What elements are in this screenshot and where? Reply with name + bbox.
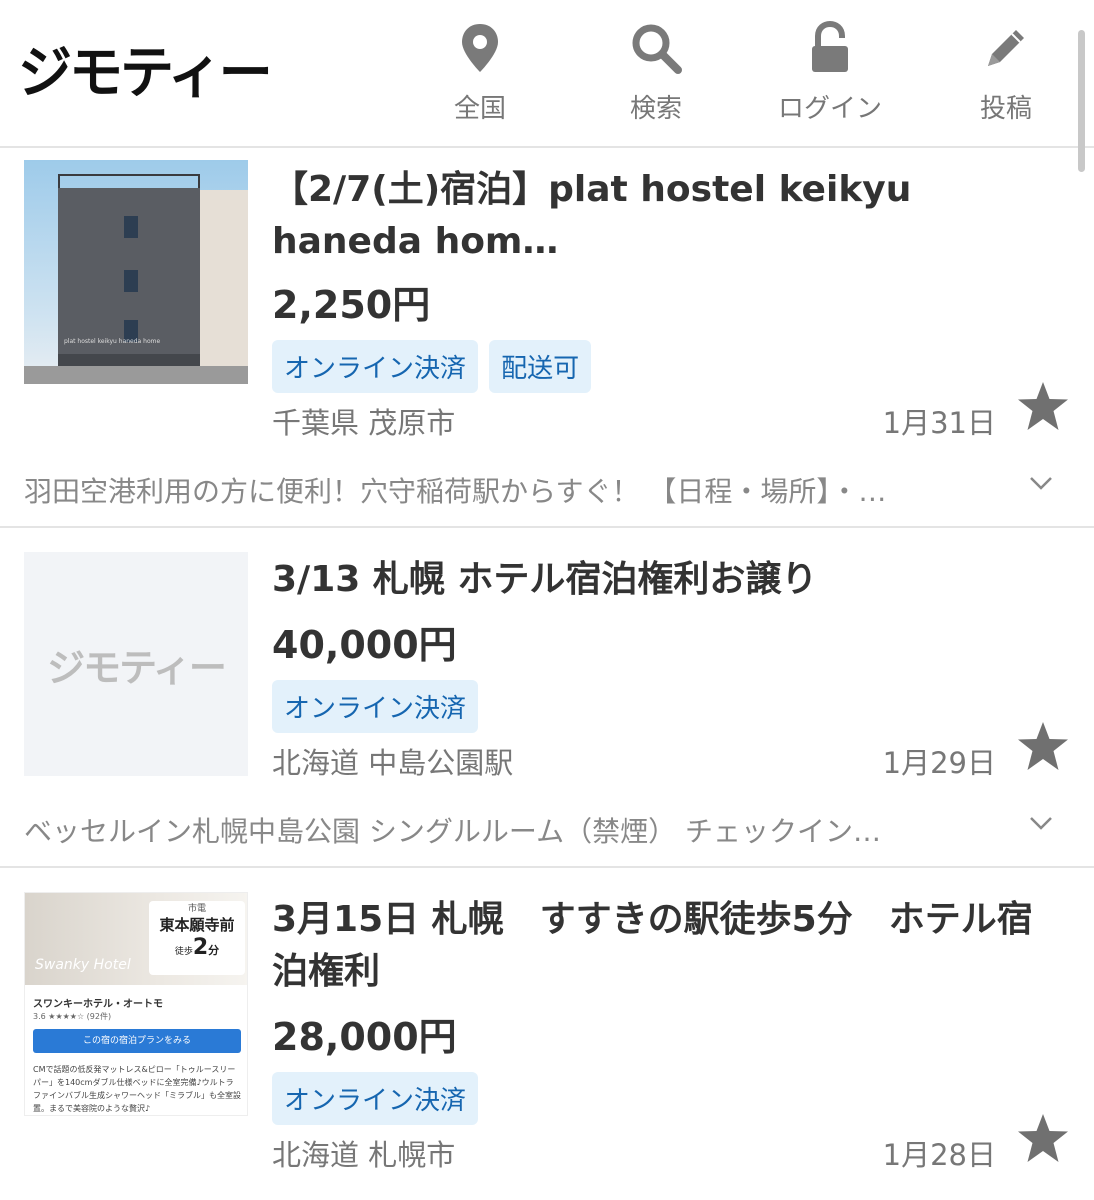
listing-price: 2,250円 xyxy=(272,283,431,327)
favorite-star-icon[interactable] xyxy=(1016,1112,1070,1166)
listing-tags: オンライン決済 配送可 xyxy=(272,340,597,393)
nav-post-button[interactable]: 投稿 xyxy=(936,0,1076,148)
hotel-description-text: CMで話題の低反発マットレス&ピロー「トゥルースリーパー」を140cmダブル仕様… xyxy=(33,1065,241,1113)
listing-thumbnail[interactable]: ジモティー xyxy=(24,552,248,776)
listing-item[interactable]: plat hostel keikyu haneda home 【2/7(土)宿泊… xyxy=(0,150,1094,528)
nav-post-label: 投稿 xyxy=(979,94,1032,124)
nav-area-button[interactable]: 全国 xyxy=(410,0,550,148)
favorite-star-icon[interactable] xyxy=(1016,720,1070,774)
placeholder-logo: ジモティー xyxy=(47,645,227,690)
hotel-name-text: スワンキーホテル・オートモ xyxy=(33,999,163,1010)
hotel-plan-button: この宿の宿泊プランをみる xyxy=(33,1029,241,1053)
tag-delivery: 配送可 xyxy=(489,340,592,393)
listing-title[interactable]: 【2/7(土)宿泊】plat hostel keikyu haneda hom… xyxy=(272,164,1042,268)
listing-item[interactable]: ジモティー 3/13 札幌 ホテル宿泊権利お譲り 40,000円 オンライン決済… xyxy=(0,530,1094,868)
listing-description: ベッセルイン札幌中島公園 シングルルーム（禁煙） チェックイン… xyxy=(24,815,881,848)
hotel-rating-text: 3.6 ★★★★☆ (92件) xyxy=(33,1012,112,1021)
listing-thumbnail[interactable]: plat hostel keikyu haneda home xyxy=(24,160,248,384)
listing-thumbnail[interactable]: 市電 東本願寺前 徒歩2分 Swanky Hotel スワンキーホテル・オートモ… xyxy=(24,892,248,1116)
listing-title[interactable]: 3月15日 札幌 すすきの駅徒歩5分 ホテル宿泊権利 xyxy=(272,894,1042,998)
pencil-icon xyxy=(988,30,1024,66)
nav-area-label: 全国 xyxy=(453,94,506,124)
station-badge: 市電 東本願寺前 徒歩2分 xyxy=(149,901,245,975)
listing-location: 千葉県 茂原市 xyxy=(272,406,456,440)
listing-item[interactable]: 市電 東本願寺前 徒歩2分 Swanky Hotel スワンキーホテル・オートモ… xyxy=(0,870,1094,1200)
location-pin-icon xyxy=(462,24,498,72)
listing-price: 40,000円 xyxy=(272,623,457,667)
listing-date: 1月29日 xyxy=(882,746,996,780)
unlock-icon xyxy=(812,20,848,72)
nav-login-button[interactable]: ログイン xyxy=(760,0,900,148)
site-logo[interactable]: ジモティー xyxy=(18,26,273,109)
listing-tags: オンライン決済 xyxy=(272,1072,484,1125)
chevron-down-icon[interactable] xyxy=(1028,470,1054,496)
listing-title[interactable]: 3/13 札幌 ホテル宿泊権利お譲り xyxy=(272,554,1042,606)
app-header: ジモティー 全国 検索 ログイン 投稿 xyxy=(0,0,1094,148)
listing-date: 1月31日 xyxy=(882,406,996,440)
nav-search-button[interactable]: 検索 xyxy=(586,0,726,148)
nav-login-label: ログイン xyxy=(777,94,882,124)
listing-date: 1月28日 xyxy=(882,1138,996,1172)
thumbnail-sign-text: plat hostel keikyu haneda home xyxy=(64,338,161,345)
listing-location: 北海道 中島公園駅 xyxy=(272,746,514,780)
listing-price: 28,000円 xyxy=(272,1015,457,1059)
search-icon xyxy=(632,24,682,74)
tag-online-payment: オンライン決済 xyxy=(272,340,479,393)
nav-search-label: 検索 xyxy=(629,94,682,124)
hotel-brand-text: Swanky Hotel xyxy=(35,957,131,973)
listing-location: 北海道 札幌市 xyxy=(272,1138,456,1172)
listing-tags: オンライン決済 xyxy=(272,680,484,733)
favorite-star-icon[interactable] xyxy=(1016,380,1070,434)
tag-online-payment: オンライン決済 xyxy=(272,1072,479,1125)
listing-description: 羽田空港利用の方に便利！穴守稲荷駅からすぐ！ 【日程・場所】・… xyxy=(24,475,887,508)
tag-online-payment: オンライン決済 xyxy=(272,680,479,733)
chevron-down-icon[interactable] xyxy=(1028,810,1054,836)
